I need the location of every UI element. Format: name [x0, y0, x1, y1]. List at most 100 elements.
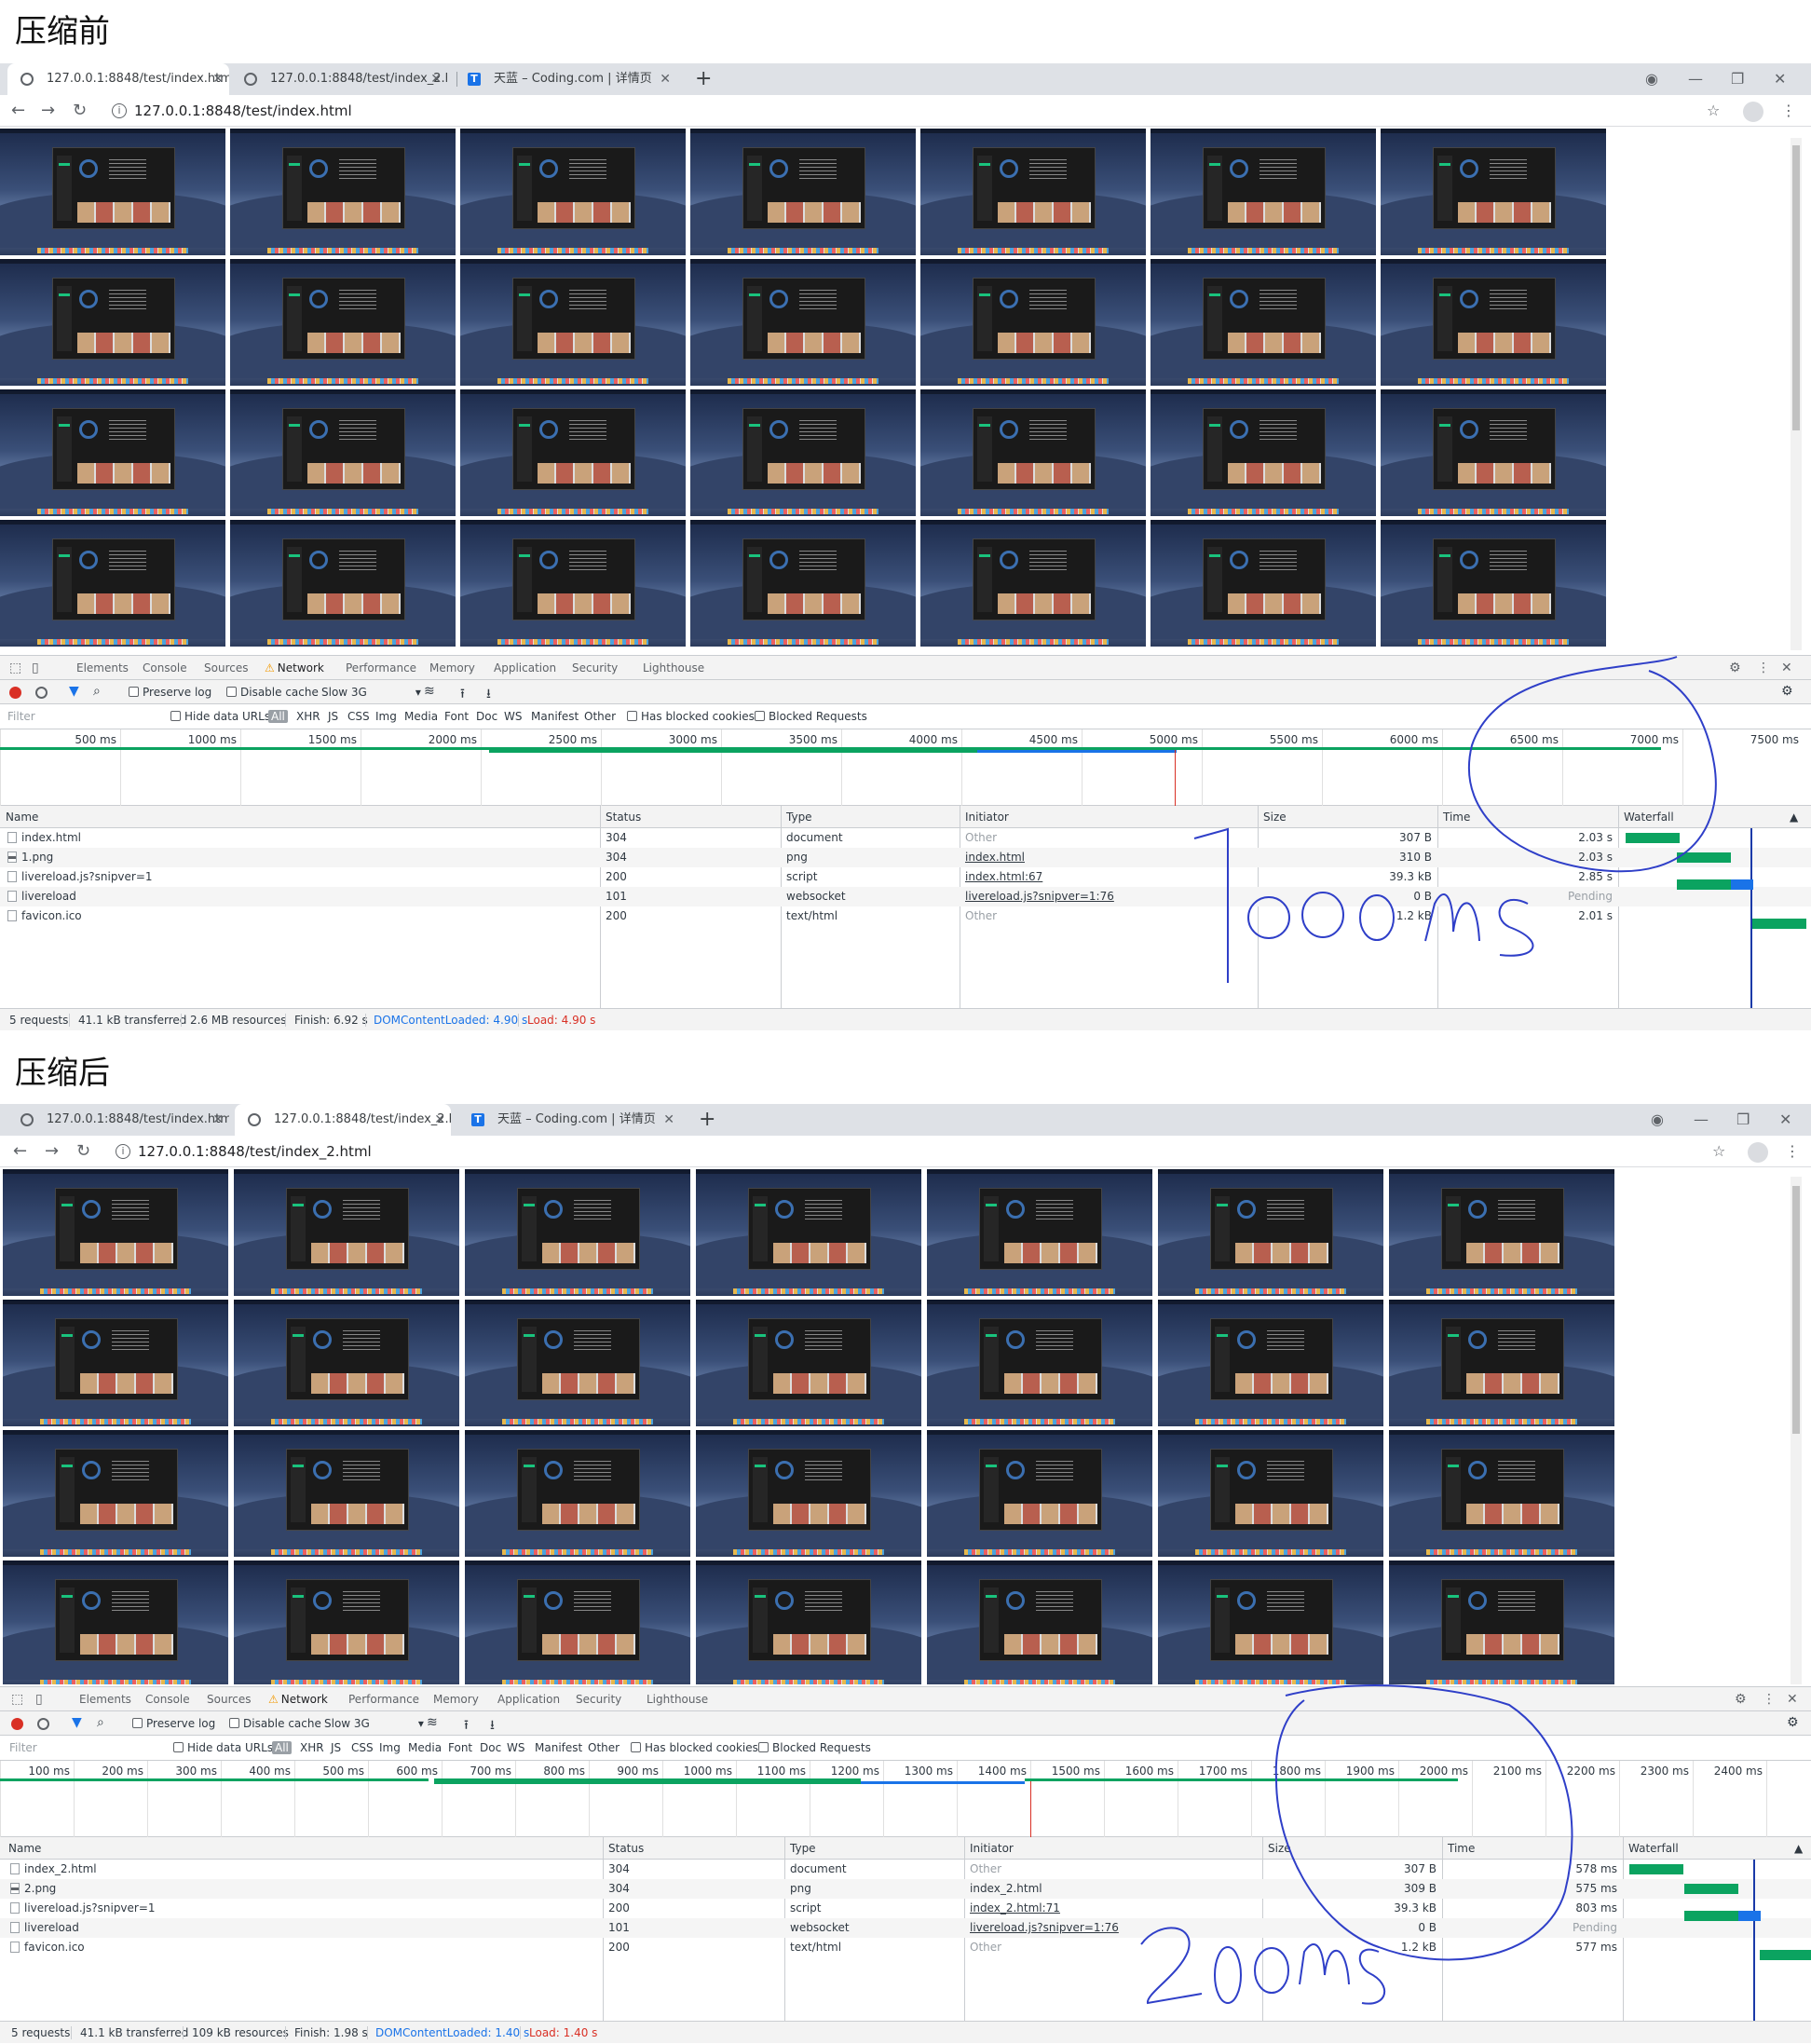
- column-header[interactable]: Type: [784, 1837, 816, 1860]
- tab-lighthouse[interactable]: Lighthouse: [643, 656, 704, 680]
- minimize-button[interactable]: —: [1694, 1104, 1709, 1136]
- column-header[interactable]: Status: [600, 806, 641, 828]
- close-icon[interactable]: ✕: [430, 63, 442, 95]
- table-row[interactable]: index_2.html 304 document Other 307 B 578 ms: [0, 1860, 1811, 1879]
- tab-memory[interactable]: Memory: [433, 1687, 479, 1711]
- type-filter-img[interactable]: Img: [379, 1741, 401, 1754]
- close-icon[interactable]: ✕: [212, 63, 224, 95]
- bookmark-star-icon[interactable]: ☆: [1707, 95, 1720, 127]
- has-blocked-cookies-checkbox[interactable]: Has blocked cookies: [627, 710, 755, 723]
- tab-performance[interactable]: Performance: [346, 656, 416, 680]
- search-icon[interactable]: ⌕: [93, 684, 101, 699]
- network-settings-icon[interactable]: ⚙: [1787, 1715, 1799, 1730]
- table-row[interactable]: 2.png 304 png index_2.html 309 B 575 ms: [0, 1879, 1811, 1899]
- column-header[interactable]: Size: [1262, 1837, 1291, 1860]
- tab-coding[interactable]: T 天蓝 – Coding.com | 详情页 ✕: [455, 63, 676, 95]
- device-toolbar-icon[interactable]: ▯: [32, 656, 39, 680]
- tab-lighthouse[interactable]: Lighthouse: [647, 1687, 708, 1711]
- record-icon[interactable]: [9, 687, 21, 699]
- type-filter-img[interactable]: Img: [375, 710, 397, 723]
- column-header[interactable]: Status: [603, 1837, 644, 1860]
- inspect-icon[interactable]: ⬚: [9, 656, 21, 680]
- tab-sources[interactable]: Sources: [204, 656, 248, 680]
- table-row[interactable]: livereload.js?snipver=1 200 script index.ht…: [0, 867, 1811, 887]
- address-bar[interactable]: i 127.0.0.1:8848/test/index_2.html: [108, 1138, 1710, 1165]
- clear-icon[interactable]: [35, 687, 48, 699]
- forward-icon[interactable]: →: [45, 1136, 59, 1167]
- type-filter-xhr[interactable]: XHR: [300, 1741, 324, 1754]
- type-filter-css[interactable]: CSS: [347, 710, 370, 723]
- bookmark-star-icon[interactable]: ☆: [1712, 1136, 1725, 1167]
- back-icon[interactable]: ←: [13, 1136, 27, 1167]
- tab-application[interactable]: Application: [497, 1687, 560, 1711]
- timeline-overview[interactable]: 100 ms 200 ms 300 ms 400 ms 500 ms 600 ms 700 …: [0, 1761, 1811, 1837]
- hide-data-urls-checkbox[interactable]: Hide data URLs: [170, 710, 270, 723]
- type-filter-manifest[interactable]: Manifest: [535, 1741, 582, 1754]
- preserve-log-checkbox[interactable]: Preserve log: [129, 686, 211, 699]
- table-row[interactable]: livereload 101 websocket livereload.js?snip…: [0, 1918, 1811, 1938]
- kebab-menu-icon[interactable]: ⋮: [1781, 95, 1796, 127]
- window-close-button[interactable]: ✕: [1774, 63, 1786, 95]
- type-filter-js[interactable]: JS: [328, 710, 338, 723]
- column-header[interactable]: Initiator: [960, 806, 1009, 828]
- table-row[interactable]: livereload 101 websocket livereload.js?snip…: [0, 887, 1811, 906]
- throttling-select[interactable]: Slow 3G ▾: [321, 686, 421, 699]
- tab-sources[interactable]: Sources: [207, 1687, 251, 1711]
- network-settings-icon[interactable]: ⚙: [1781, 684, 1793, 699]
- minimize-button[interactable]: —: [1688, 63, 1703, 95]
- inspect-icon[interactable]: ⬚: [11, 1687, 23, 1711]
- avatar[interactable]: [1743, 102, 1763, 122]
- import-har-icon[interactable]: ⭱: [464, 1715, 469, 1737]
- column-header[interactable]: Time: [1437, 806, 1470, 828]
- hide-data-urls-checkbox[interactable]: Hide data URLs: [173, 1741, 273, 1754]
- filter-input[interactable]: Filter: [9, 1741, 37, 1754]
- tab-security[interactable]: Security: [576, 1687, 621, 1711]
- close-devtools-icon[interactable]: ✕: [1787, 1687, 1798, 1711]
- tab-index[interactable]: 127.0.0.1:8848/test/index.html ✕: [7, 1104, 229, 1136]
- site-info-icon[interactable]: i: [116, 1144, 130, 1159]
- close-devtools-icon[interactable]: ✕: [1781, 656, 1792, 680]
- tab-memory[interactable]: Memory: [429, 656, 475, 680]
- close-icon[interactable]: ✕: [660, 63, 671, 95]
- request-initiator[interactable]: index.html:67: [960, 867, 1258, 887]
- throttling-select[interactable]: Slow 3G ▾: [324, 1717, 424, 1730]
- type-filter-all[interactable]: All: [272, 1741, 292, 1754]
- tab-network[interactable]: ⚠ Network: [265, 656, 324, 682]
- search-icon[interactable]: ⌕: [97, 1715, 104, 1730]
- timeline-overview[interactable]: 500 ms 1000 ms 1500 ms 2000 ms 2500 ms 3000 m…: [0, 729, 1811, 806]
- request-initiator[interactable]: livereload.js?snipver=1:76: [964, 1918, 1262, 1938]
- filter-funnel-icon[interactable]: ▼: [72, 1715, 82, 1730]
- disable-cache-checkbox[interactable]: Disable cache: [226, 686, 319, 699]
- network-conditions-icon[interactable]: ≋: [427, 1715, 438, 1730]
- tab-network[interactable]: ⚠ Network: [268, 1687, 328, 1713]
- export-har-icon[interactable]: ⭳: [486, 684, 491, 706]
- sort-ascending-icon[interactable]: ▲: [1789, 1837, 1803, 1860]
- new-tab-button[interactable]: +: [699, 1104, 715, 1136]
- address-bar[interactable]: i 127.0.0.1:8848/test/index.html: [104, 98, 1707, 124]
- disable-cache-checkbox[interactable]: Disable cache: [229, 1717, 321, 1730]
- type-filter-doc[interactable]: Doc: [480, 1741, 501, 1754]
- type-filter-media[interactable]: Media: [408, 1741, 442, 1754]
- profile-menu-icon[interactable]: ◉: [1645, 63, 1658, 95]
- sort-ascending-icon[interactable]: ▲: [1784, 806, 1798, 828]
- type-filter-media[interactable]: Media: [404, 710, 438, 723]
- column-header[interactable]: Name: [0, 806, 38, 828]
- column-header[interactable]: Waterfall: [1623, 1837, 1679, 1860]
- type-filter-doc[interactable]: Doc: [476, 710, 497, 723]
- tab-index-2[interactable]: 127.0.0.1:8848/test/index_2.ht ✕: [235, 1104, 451, 1136]
- clear-icon[interactable]: [37, 1718, 49, 1730]
- blocked-requests-checkbox[interactable]: Blocked Requests: [758, 1741, 871, 1754]
- tab-index-2[interactable]: 127.0.0.1:8848/test/index_2.ht ✕: [231, 63, 447, 95]
- device-toolbar-icon[interactable]: ▯: [35, 1687, 43, 1711]
- new-tab-button[interactable]: +: [695, 63, 712, 95]
- column-header[interactable]: Initiator: [964, 1837, 1014, 1860]
- export-har-icon[interactable]: ⭳: [490, 1715, 495, 1737]
- tab-application[interactable]: Application: [494, 656, 556, 680]
- record-icon[interactable]: [11, 1718, 23, 1730]
- settings-gear-icon[interactable]: ⚙: [1735, 1687, 1747, 1711]
- avatar[interactable]: [1748, 1142, 1768, 1163]
- restore-button[interactable]: ❐: [1736, 1104, 1750, 1136]
- preserve-log-checkbox[interactable]: Preserve log: [132, 1717, 215, 1730]
- close-icon[interactable]: ✕: [663, 1104, 674, 1136]
- column-header[interactable]: Name: [3, 1837, 41, 1860]
